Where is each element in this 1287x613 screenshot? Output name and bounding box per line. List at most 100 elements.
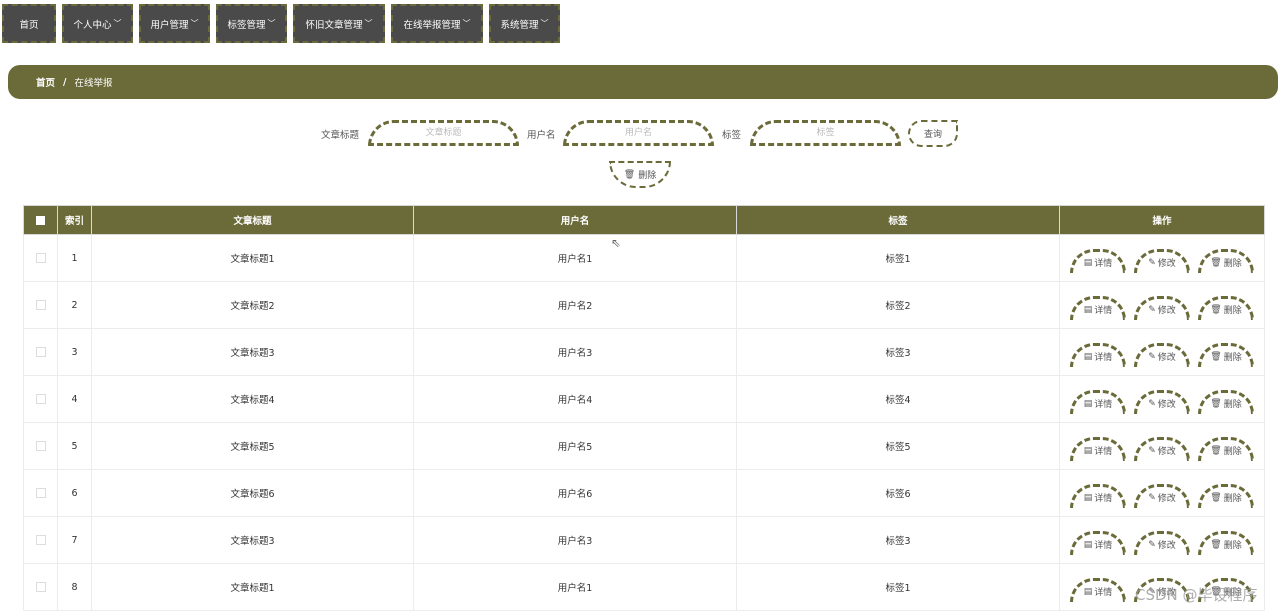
pencil-icon: ✎ [1148,257,1156,268]
row-checkbox[interactable] [35,441,46,451]
delete-button[interactable]: 🗑 删除 [1198,484,1254,508]
edit-button[interactable]: ✎ 修改 [1134,437,1190,461]
edit-label: 修改 [1157,353,1176,363]
table-row: 4 文章标题4 用户名4 标签4 ▤ 详情 ✎ 修改 🗑 删除 [23,375,1265,423]
header-user: 用户名 [413,205,737,235]
detail-button[interactable]: ▤ 详情 [1070,484,1126,508]
row-checkbox[interactable] [35,535,46,545]
delete-button[interactable]: 🗑 删除 [1198,296,1254,320]
row-tag: 标签6 [736,469,1060,517]
nav-home[interactable]: 首页 [2,4,56,43]
chevron-down-icon: ﹀ [540,19,549,28]
nav-tag-management[interactable]: 标签管理 ﹀ [216,4,287,43]
trash-icon: 🗑 [1210,304,1222,315]
delete-button[interactable]: 🗑 删除 [1198,249,1254,273]
row-index: 6 [57,469,92,517]
edit-button[interactable]: ✎ 修改 [1134,390,1190,414]
nav-personal-center[interactable]: 个人中心 ﹀ [62,4,133,43]
edit-button[interactable]: ✎ 修改 [1134,249,1190,273]
row-tag: 标签2 [736,281,1060,329]
nav-label: 在线举报管理 [403,19,461,31]
delete-button[interactable]: 🗑 删除 [1198,437,1254,461]
chevron-down-icon: ﹀ [364,19,373,28]
document-icon: ▤ [1083,539,1093,550]
title-label: 文章标题 [321,130,360,141]
select-all-cell [23,205,58,235]
query-button-label: 查询 [923,130,942,140]
row-checkbox[interactable] [35,394,46,404]
batch-delete-button[interactable]: 🗑 删除 [609,161,671,188]
title-input[interactable] [368,120,519,146]
row-index: 4 [57,375,92,423]
breadcrumb-home[interactable]: 首页 [36,75,55,89]
row-tag: 标签1 [736,563,1060,611]
nav-label: 用户管理 [150,19,189,31]
chevron-down-icon: ﹀ [113,19,122,28]
row-select-cell [23,328,58,376]
row-checkbox[interactable] [35,300,46,310]
nav-user-management[interactable]: 用户管理 ﹀ [139,4,210,43]
delete-label: 删除 [1223,353,1242,363]
row-checkbox[interactable] [35,488,46,498]
delete-button[interactable]: 🗑 删除 [1198,343,1254,367]
pencil-icon: ✎ [1148,351,1156,362]
chevron-down-icon: ﹀ [267,19,276,28]
trash-icon: 🗑 [1210,539,1222,550]
row-actions: ▤ 详情 ✎ 修改 🗑 删除 [1060,376,1264,422]
row-ops: ▤ 详情 ✎ 修改 🗑 删除 [1059,422,1265,470]
document-icon: ▤ [1083,586,1093,597]
detail-button[interactable]: ▤ 详情 [1070,390,1126,414]
trash-icon: 🗑 [1210,351,1222,362]
delete-button[interactable]: 🗑 删除 [1198,390,1254,414]
pencil-icon: ✎ [1148,539,1156,550]
row-checkbox[interactable] [35,347,46,357]
detail-button[interactable]: ▤ 详情 [1070,437,1126,461]
row-actions: ▤ 详情 ✎ 修改 🗑 删除 [1060,235,1264,281]
detail-button[interactable]: ▤ 详情 [1070,249,1126,273]
header-tag: 标签 [736,205,1060,235]
row-actions: ▤ 详情 ✎ 修改 🗑 删除 [1060,517,1264,563]
row-checkbox[interactable] [35,253,46,263]
document-icon: ▤ [1083,351,1093,362]
row-ops: ▤ 详情 ✎ 修改 🗑 删除 [1059,234,1265,282]
edit-button[interactable]: ✎ 修改 [1134,531,1190,555]
detail-label: 详情 [1094,400,1113,410]
select-all-checkbox[interactable] [36,215,45,225]
detail-button[interactable]: ▤ 详情 [1070,531,1126,555]
nav-article-management[interactable]: 怀旧文章管理 ﹀ [293,4,385,43]
row-title: 文章标题5 [91,422,414,470]
breadcrumb: 首页 / 在线举报 [8,65,1278,99]
nav-report-management[interactable]: 在线举报管理 ﹀ [391,4,483,43]
detail-label: 详情 [1094,259,1113,269]
query-button[interactable]: 查询 [908,120,958,147]
breadcrumb-separator: / [63,76,67,88]
detail-label: 详情 [1094,353,1113,363]
row-select-cell [23,422,58,470]
row-select-cell [23,469,58,517]
user-input[interactable] [563,120,714,146]
detail-button[interactable]: ▤ 详情 [1070,296,1126,320]
row-actions: ▤ 详情 ✎ 修改 🗑 删除 [1060,282,1264,328]
row-title: 文章标题3 [91,328,414,376]
row-user: 用户名1 [413,563,737,611]
edit-button[interactable]: ✎ 修改 [1134,296,1190,320]
row-select-cell [23,563,58,611]
report-table: 索引 文章标题 用户名 标签 操作 1 文章标题1 用户名1 标签1 ▤ 详情 ✎ 修改 🗑 删除… [23,205,1265,611]
tag-label: 标签 [722,130,742,141]
table-row: 5 文章标题5 用户名5 标签5 ▤ 详情 ✎ 修改 🗑 删除 [23,422,1265,470]
row-select-cell [23,281,58,329]
mouse-cursor-icon: ⇖ [611,236,622,250]
detail-button[interactable]: ▤ 详情 [1070,343,1126,367]
edit-button[interactable]: ✎ 修改 [1134,343,1190,367]
row-checkbox[interactable] [35,582,46,592]
document-icon: ▤ [1083,445,1093,456]
tag-input[interactable] [750,120,901,146]
delete-button[interactable]: 🗑 删除 [1198,531,1254,555]
row-tag: 标签1 [736,234,1060,282]
row-ops: ▤ 详情 ✎ 修改 🗑 删除 [1059,281,1265,329]
nav-system-management[interactable]: 系统管理 ﹀ [489,4,560,43]
delete-label: 删除 [1223,447,1242,457]
detail-button[interactable]: ▤ 详情 [1070,578,1126,602]
detail-label: 详情 [1094,306,1113,316]
edit-button[interactable]: ✎ 修改 [1134,484,1190,508]
